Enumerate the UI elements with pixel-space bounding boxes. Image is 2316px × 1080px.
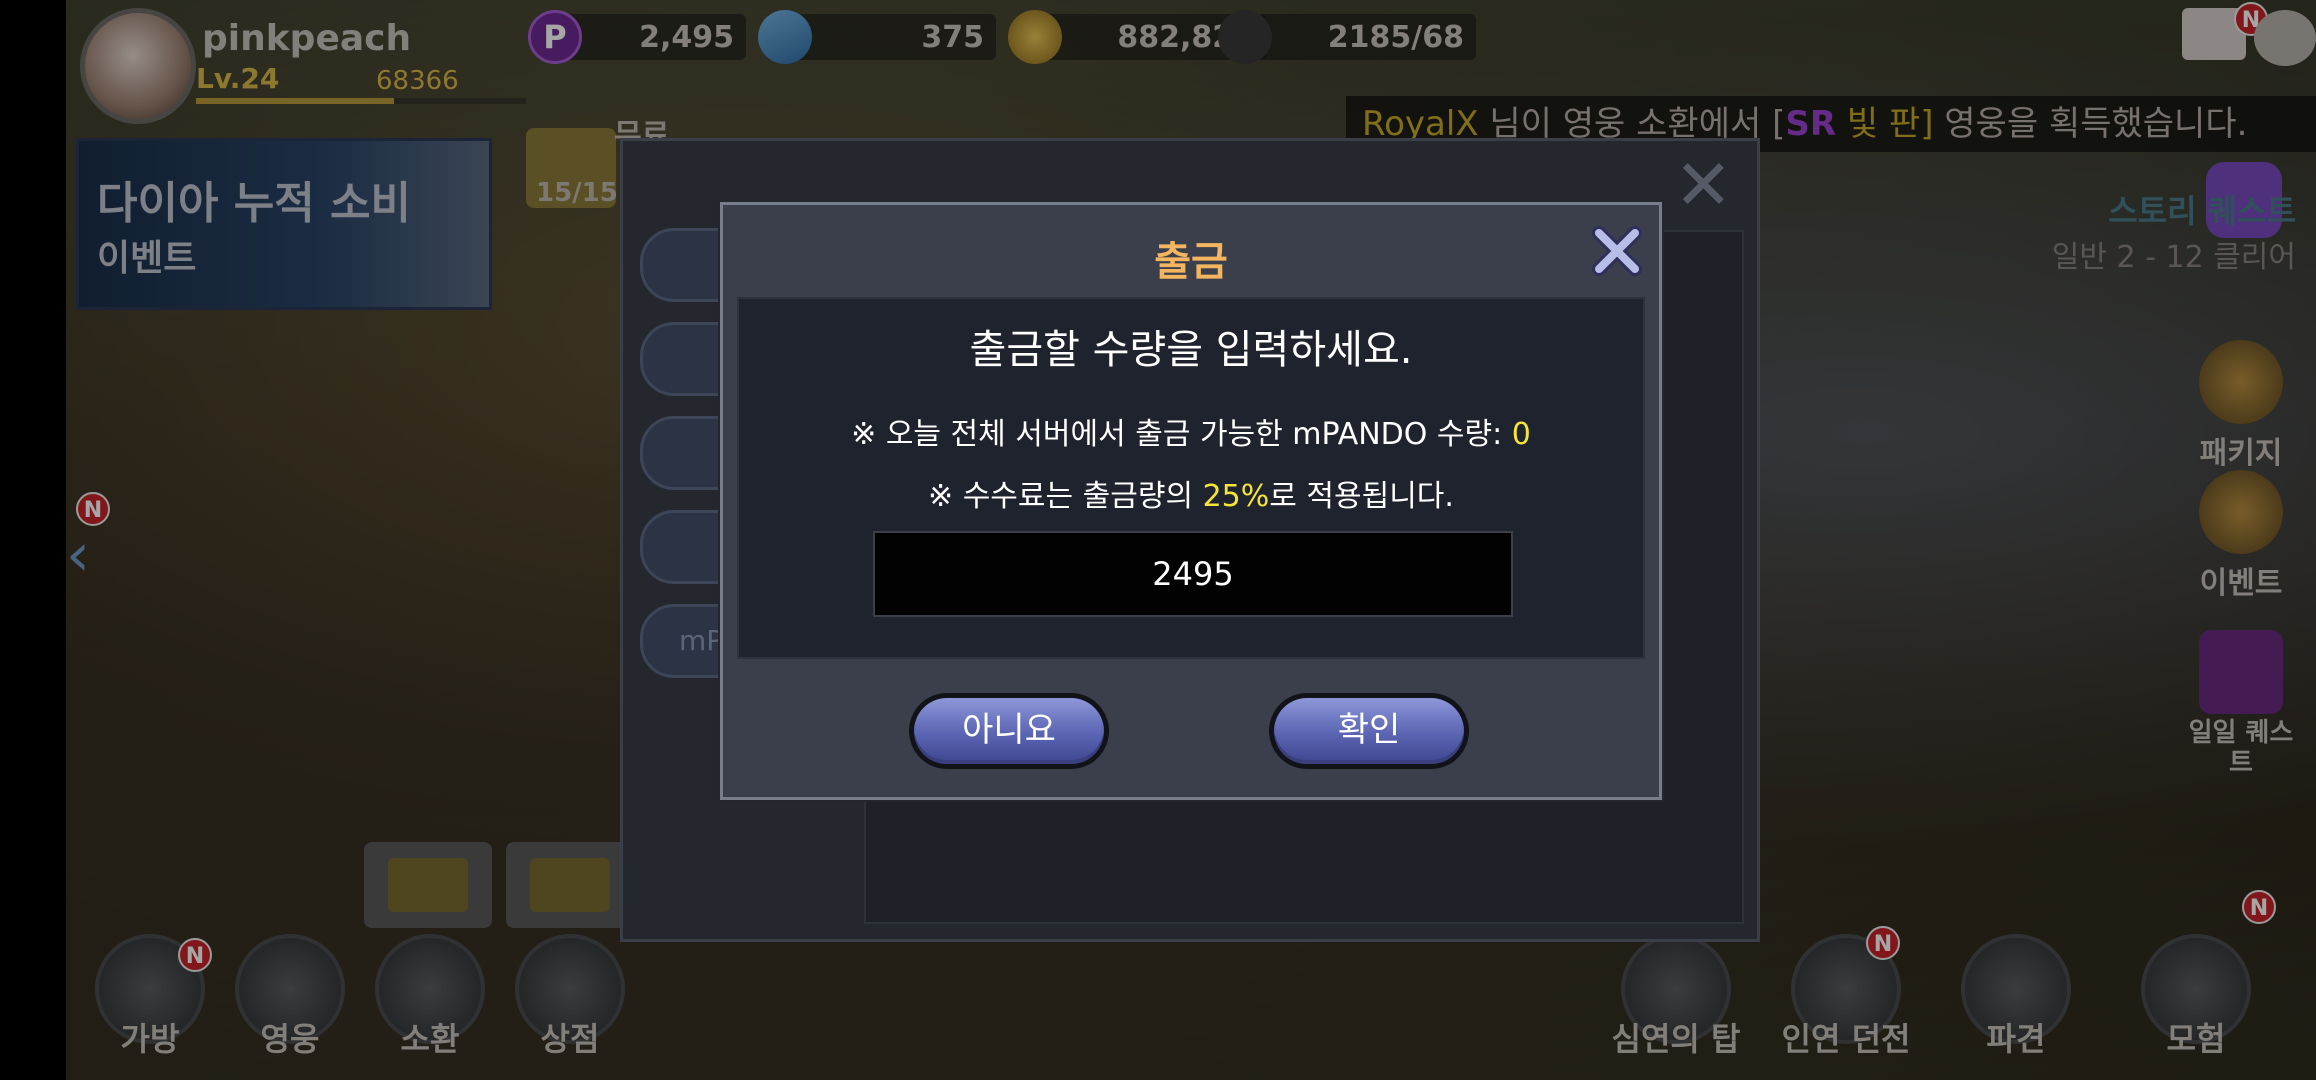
- cancel-button-label: 아니요: [914, 698, 1104, 764]
- dialog-content: 출금할 수량을 입력하세요. ※ 오늘 전체 서버에서 출금 가능한 mPAND…: [737, 297, 1645, 659]
- confirm-button[interactable]: 확인: [1269, 693, 1469, 769]
- dialog-title: 출금: [1154, 239, 1228, 285]
- fee-note: ※ 수수료는 출금량의 25%로 적용됩니다.: [739, 471, 1643, 515]
- confirm-button-label: 확인: [1274, 698, 1464, 764]
- cancel-button[interactable]: 아니요: [909, 693, 1109, 769]
- fee-value: 25%: [1202, 479, 1270, 514]
- withdraw-limit-note: ※ 오늘 전체 서버에서 출금 가능한 mPANDO 수량: 0: [739, 409, 1643, 453]
- underlying-close-icon[interactable]: ✕: [1674, 150, 1733, 220]
- withdraw-limit-text: ※ 오늘 전체 서버에서 출금 가능한 mPANDO 수량:: [851, 417, 1512, 452]
- fee-text-prefix: ※ 수수료는 출금량의: [928, 479, 1203, 514]
- fee-text-suffix: 로 적용됩니다.: [1269, 479, 1454, 514]
- withdraw-dialog: 출금 출금할 수량을 입력하세요. ※ 오늘 전체 서버에서 출금 가능한 mP…: [720, 202, 1662, 800]
- withdraw-limit-value: 0: [1511, 417, 1531, 452]
- amount-input[interactable]: 2495: [873, 531, 1513, 617]
- withdraw-prompt: 출금할 수량을 입력하세요.: [969, 327, 1413, 373]
- close-icon[interactable]: [1589, 223, 1645, 279]
